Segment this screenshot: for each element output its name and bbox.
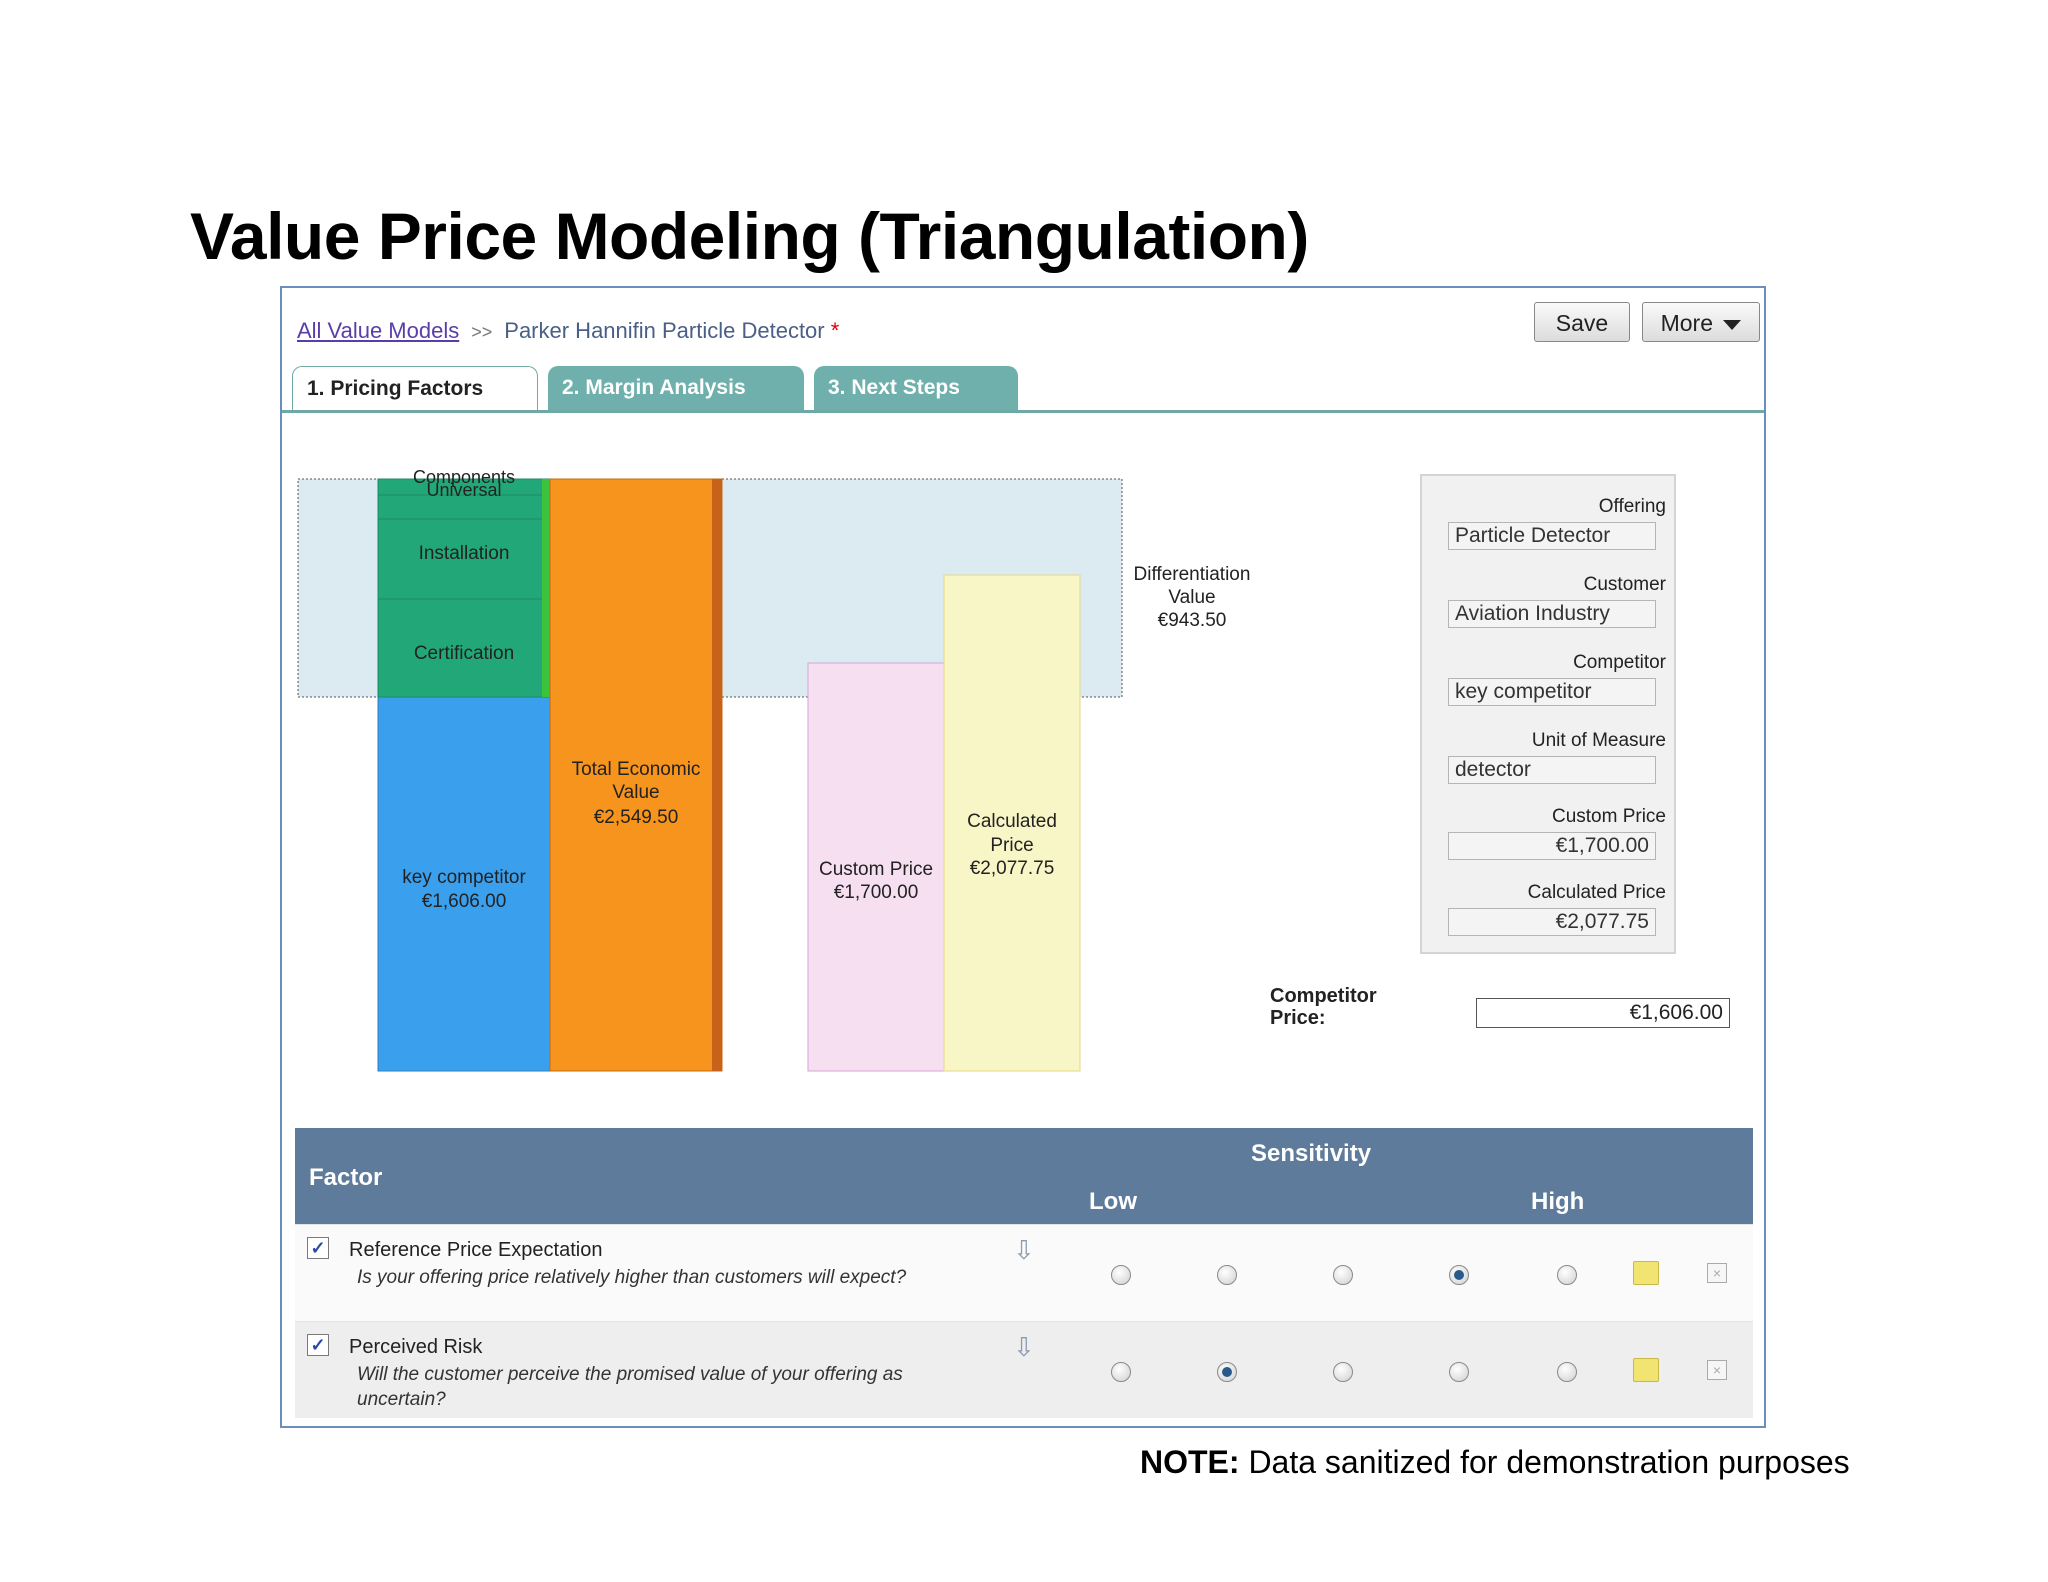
competitor-field[interactable]: key competitor bbox=[1448, 678, 1656, 706]
custom-price-field[interactable]: €1,700.00 bbox=[1448, 832, 1656, 860]
save-button[interactable]: Save bbox=[1534, 302, 1630, 342]
competitor-price-input[interactable]: €1,606.00 bbox=[1476, 998, 1730, 1028]
factor-row: ✓ Reference Price Expectation Is your of… bbox=[295, 1225, 1753, 1321]
tab-margin-analysis[interactable]: 2. Margin Analysis bbox=[548, 366, 804, 410]
total-economic-value-shadow bbox=[712, 479, 722, 1071]
checkmark-icon: ✓ bbox=[310, 1335, 326, 1355]
universal-label: Universal bbox=[426, 480, 501, 500]
competitor-price-label-line1: Competitor bbox=[1270, 985, 1377, 1007]
unit-of-measure-label: Unit of Measure bbox=[1531, 730, 1666, 751]
key-competitor-label: key competitor bbox=[402, 867, 526, 888]
certification-label: Certification bbox=[414, 643, 514, 664]
custom-price-panel-label: Custom Price bbox=[1551, 806, 1666, 827]
offering-label: Offering bbox=[1598, 496, 1666, 517]
factors-grid-header: Factor Sensitivity Low High bbox=[295, 1128, 1753, 1224]
customer-field[interactable]: Aviation Industry bbox=[1448, 600, 1656, 628]
sensitivity-radio-4[interactable] bbox=[1449, 1265, 1469, 1285]
calculated-price-field: €2,077.75 bbox=[1448, 908, 1656, 936]
breadcrumb-current: Parker Hannifin Particle Detector bbox=[504, 318, 825, 343]
move-down-arrow-icon[interactable]: ⇩ bbox=[1013, 1332, 1035, 1363]
calculated-price-label-line1: Calculated bbox=[967, 811, 1057, 832]
sensitivity-radio-2[interactable] bbox=[1217, 1265, 1237, 1285]
sensitivity-radio-5[interactable] bbox=[1557, 1362, 1577, 1382]
tev-value: €2,549.50 bbox=[594, 807, 679, 828]
factor-row: ✓ Perceived Risk Will the customer perce… bbox=[295, 1322, 1753, 1418]
offering-field[interactable]: Particle Detector bbox=[1448, 522, 1656, 550]
breadcrumb: All Value Models >> Parker Hannifin Partic… bbox=[297, 318, 839, 344]
remove-icon[interactable]: × bbox=[1707, 1263, 1727, 1283]
sensitivity-column-header: Sensitivity bbox=[1251, 1140, 1372, 1167]
key-competitor-value: €1,606.00 bbox=[422, 891, 507, 912]
customer-label: Customer bbox=[1583, 574, 1666, 595]
remove-icon[interactable]: × bbox=[1707, 1360, 1727, 1380]
factor-question: Will the customer perceive the promised … bbox=[357, 1364, 903, 1410]
sensitivity-radio-3[interactable] bbox=[1333, 1265, 1353, 1285]
value-model-window: All Value Models >> Parker Hannifin Partic… bbox=[280, 286, 1766, 1428]
factor-checkbox[interactable]: ✓ bbox=[307, 1334, 329, 1356]
differentiation-value: €943.50 bbox=[1158, 610, 1227, 631]
details-panel: Offering Particle Detector Customer Avia… bbox=[1420, 474, 1676, 954]
sensitivity-radio-1[interactable] bbox=[1111, 1265, 1131, 1285]
checkmark-icon: ✓ bbox=[310, 1238, 326, 1258]
breadcrumb-all-value-models-link[interactable]: All Value Models bbox=[297, 318, 459, 343]
factor-name: Reference Price Expectation bbox=[349, 1239, 603, 1261]
footnote-text: Data sanitized for demonstration purpose… bbox=[1239, 1444, 1850, 1480]
factor-question: Is your offering price relatively higher… bbox=[357, 1267, 907, 1288]
more-button[interactable]: More bbox=[1642, 302, 1760, 342]
sensitivity-radio-4[interactable] bbox=[1449, 1362, 1469, 1382]
sensitivity-radio-2[interactable] bbox=[1217, 1362, 1237, 1382]
installation-label: Installation bbox=[419, 543, 510, 564]
tab-next-steps[interactable]: 3. Next Steps bbox=[814, 366, 1018, 410]
footnote: NOTE: Data sanitized for demonstration p… bbox=[1140, 1444, 1850, 1481]
caret-down-icon bbox=[1723, 319, 1742, 330]
sticky-note-icon[interactable] bbox=[1633, 1358, 1659, 1382]
sensitivity-radio-1[interactable] bbox=[1111, 1362, 1131, 1382]
footnote-bold: NOTE: bbox=[1140, 1444, 1240, 1480]
factor-name: Perceived Risk bbox=[349, 1336, 483, 1358]
factors-grid: Factor Sensitivity Low High ✓ Reference … bbox=[295, 1128, 1753, 1418]
sensitivity-low-label: Low bbox=[1089, 1188, 1137, 1215]
calculated-price-value: €2,077.75 bbox=[970, 858, 1055, 879]
factor-checkbox[interactable]: ✓ bbox=[307, 1237, 329, 1259]
unsaved-marker: * bbox=[830, 318, 840, 343]
factor-column-header: Factor bbox=[309, 1164, 383, 1191]
competitor-label: Competitor bbox=[1573, 652, 1666, 673]
calculated-price-label-line2: Price bbox=[990, 835, 1033, 856]
unit-of-measure-field[interactable]: detector bbox=[1448, 756, 1656, 784]
competitor-price-label: Competitor Price: bbox=[1270, 985, 1377, 1029]
move-down-arrow-icon[interactable]: ⇩ bbox=[1013, 1235, 1035, 1266]
bar-edge-highlight bbox=[542, 479, 550, 697]
calculated-price-panel-label: Calculated Price bbox=[1527, 882, 1666, 903]
more-button-label: More bbox=[1660, 310, 1713, 336]
tev-label-line2: Value bbox=[612, 782, 659, 803]
custom-price-label: Custom Price bbox=[819, 859, 933, 880]
tab-pricing-factors[interactable]: 1. Pricing Factors bbox=[292, 366, 538, 412]
sticky-note-icon[interactable] bbox=[1633, 1261, 1659, 1285]
slide-title: Value Price Modeling (Triangulation) bbox=[190, 199, 1309, 273]
differentiation-label-line2: Value bbox=[1168, 587, 1215, 608]
breadcrumb-separator: >> bbox=[471, 322, 493, 342]
differentiation-label-line1: Differentiation bbox=[1134, 564, 1251, 585]
competitor-price-label-line2: Price: bbox=[1270, 1007, 1326, 1029]
sensitivity-radio-3[interactable] bbox=[1333, 1362, 1353, 1382]
sensitivity-radio-5[interactable] bbox=[1557, 1265, 1577, 1285]
custom-price-value: €1,700.00 bbox=[834, 882, 919, 903]
sensitivity-high-label: High bbox=[1531, 1188, 1585, 1215]
tev-label-line1: Total Economic bbox=[572, 759, 701, 780]
